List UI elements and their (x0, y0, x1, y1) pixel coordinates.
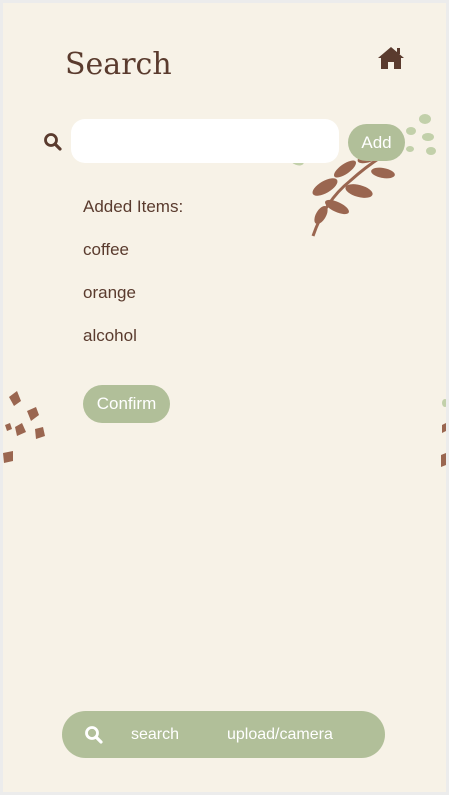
search-icon (43, 132, 63, 152)
list-item: orange (83, 283, 136, 302)
search-input[interactable] (71, 119, 339, 163)
leaf-decoration-right (441, 399, 446, 467)
search-screen: Search Add Added Items: coffee orange al… (3, 3, 446, 792)
home-button[interactable] (377, 45, 405, 71)
leaf-decoration-left (3, 391, 45, 463)
list-item: alcohol (83, 326, 137, 345)
added-items-heading: Added Items: (83, 197, 184, 216)
bottom-nav: search upload/camera (62, 711, 385, 758)
confirm-button[interactable]: Confirm (83, 385, 170, 423)
list-item: coffee (83, 240, 130, 259)
add-button[interactable]: Add (348, 124, 405, 161)
home-icon (378, 47, 404, 69)
nav-upload-camera-link[interactable]: upload/camera (227, 726, 333, 744)
page-title: Search (65, 47, 172, 82)
nav-search-link[interactable]: search (131, 726, 179, 744)
nav-search-icon[interactable] (84, 725, 104, 745)
